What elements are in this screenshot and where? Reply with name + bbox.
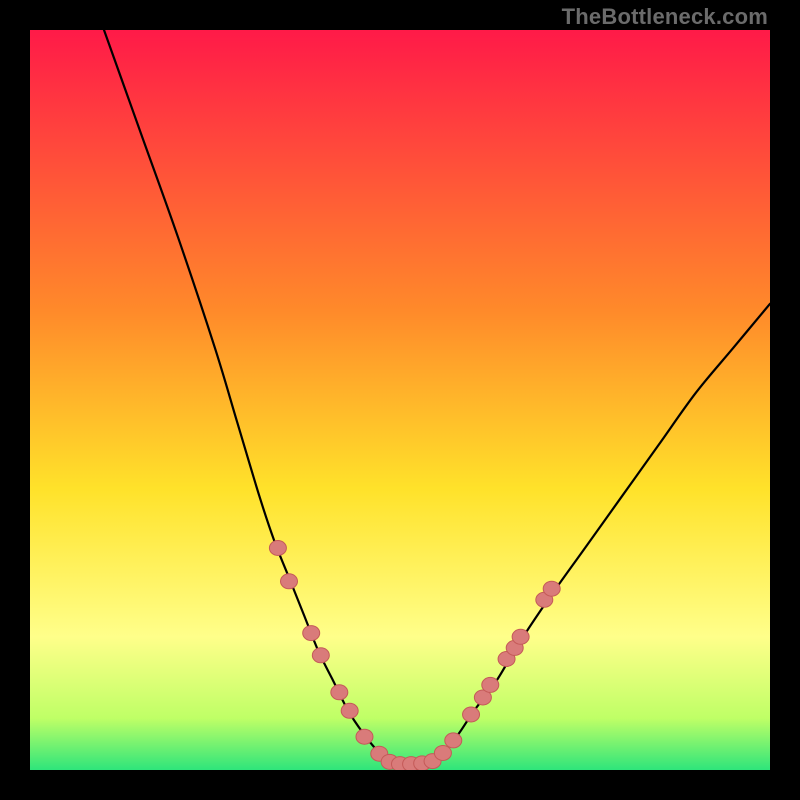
data-marker bbox=[356, 729, 373, 744]
bottleneck-curve bbox=[104, 30, 770, 764]
data-marker bbox=[303, 626, 320, 641]
data-marker bbox=[463, 707, 480, 722]
data-marker bbox=[312, 648, 329, 663]
data-marker bbox=[269, 541, 286, 556]
data-marker bbox=[434, 745, 451, 760]
data-marker bbox=[331, 685, 348, 700]
data-marker bbox=[512, 629, 529, 644]
data-marker bbox=[341, 703, 358, 718]
marker-group bbox=[269, 541, 560, 771]
plot-frame bbox=[30, 30, 770, 770]
data-marker bbox=[281, 574, 298, 589]
data-marker bbox=[482, 677, 499, 692]
chart-overlay bbox=[30, 30, 770, 770]
data-marker bbox=[543, 581, 560, 596]
data-marker bbox=[445, 733, 462, 748]
source-watermark: TheBottleneck.com bbox=[562, 4, 768, 30]
